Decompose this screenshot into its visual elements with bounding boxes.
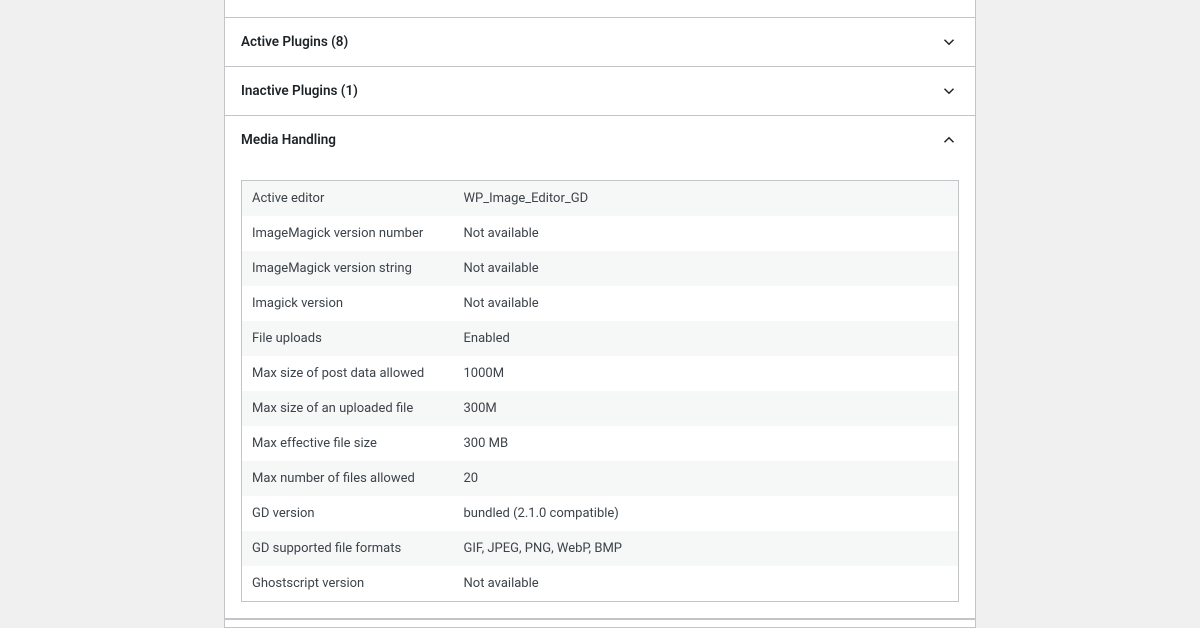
media-handling-table: Active editorWP_Image_Editor_GDImageMagi… xyxy=(241,180,959,602)
chevron-down-icon xyxy=(939,32,959,52)
row-value: 300M xyxy=(454,391,959,426)
row-value: Not available xyxy=(454,566,959,602)
row-label: Max size of post data allowed xyxy=(242,356,454,391)
row-label: Max number of files allowed xyxy=(242,461,454,496)
row-label: ImageMagick version string xyxy=(242,251,454,286)
row-value: Not available xyxy=(454,216,959,251)
row-value: bundled (2.1.0 compatible) xyxy=(454,496,959,531)
panel-previous-partial xyxy=(225,0,975,18)
panel-header-active-plugins[interactable]: Active Plugins (8) xyxy=(225,18,975,66)
row-label: GD version xyxy=(242,496,454,531)
table-row: GD versionbundled (2.1.0 compatible) xyxy=(242,496,959,531)
table-row: Active editorWP_Image_Editor_GD xyxy=(242,181,959,217)
chevron-down-icon xyxy=(939,81,959,101)
panel-inactive-plugins: Inactive Plugins (1) xyxy=(225,67,975,116)
site-health-accordion: Active Plugins (8) Inactive Plugins (1) … xyxy=(224,0,976,628)
table-row: Max number of files allowed20 xyxy=(242,461,959,496)
table-row: Max size of an uploaded file300M xyxy=(242,391,959,426)
panel-body-media-handling: Active editorWP_Image_Editor_GDImageMagi… xyxy=(225,164,975,618)
panel-title: Inactive Plugins (1) xyxy=(241,83,358,99)
table-row: Imagick versionNot available xyxy=(242,286,959,321)
panel-next-partial xyxy=(225,619,975,627)
row-label: GD supported file formats xyxy=(242,531,454,566)
panel-header-inactive-plugins[interactable]: Inactive Plugins (1) xyxy=(225,67,975,115)
table-row: ImageMagick version numberNot available xyxy=(242,216,959,251)
row-value: WP_Image_Editor_GD xyxy=(454,181,959,217)
row-value: Not available xyxy=(454,251,959,286)
row-value: 300 MB xyxy=(454,426,959,461)
row-value: 1000M xyxy=(454,356,959,391)
row-label: File uploads xyxy=(242,321,454,356)
table-row: Max size of post data allowed1000M xyxy=(242,356,959,391)
row-label: Ghostscript version xyxy=(242,566,454,602)
panel-active-plugins: Active Plugins (8) xyxy=(225,18,975,67)
row-value: Enabled xyxy=(454,321,959,356)
table-row: ImageMagick version stringNot available xyxy=(242,251,959,286)
table-row: File uploadsEnabled xyxy=(242,321,959,356)
row-label: Imagick version xyxy=(242,286,454,321)
row-value: GIF, JPEG, PNG, WebP, BMP xyxy=(454,531,959,566)
row-label: Max size of an uploaded file xyxy=(242,391,454,426)
panel-title: Media Handling xyxy=(241,132,336,148)
panel-title: Active Plugins (8) xyxy=(241,34,348,50)
table-row: Ghostscript versionNot available xyxy=(242,566,959,602)
row-label: Max effective file size xyxy=(242,426,454,461)
panel-media-handling: Media Handling Active editorWP_Image_Edi… xyxy=(225,116,975,619)
table-row: GD supported file formatsGIF, JPEG, PNG,… xyxy=(242,531,959,566)
row-value: 20 xyxy=(454,461,959,496)
row-label: Active editor xyxy=(242,181,454,217)
table-row: Max effective file size300 MB xyxy=(242,426,959,461)
chevron-up-icon xyxy=(939,130,959,150)
panel-header-media-handling[interactable]: Media Handling xyxy=(225,116,975,164)
row-value: Not available xyxy=(454,286,959,321)
row-label: ImageMagick version number xyxy=(242,216,454,251)
